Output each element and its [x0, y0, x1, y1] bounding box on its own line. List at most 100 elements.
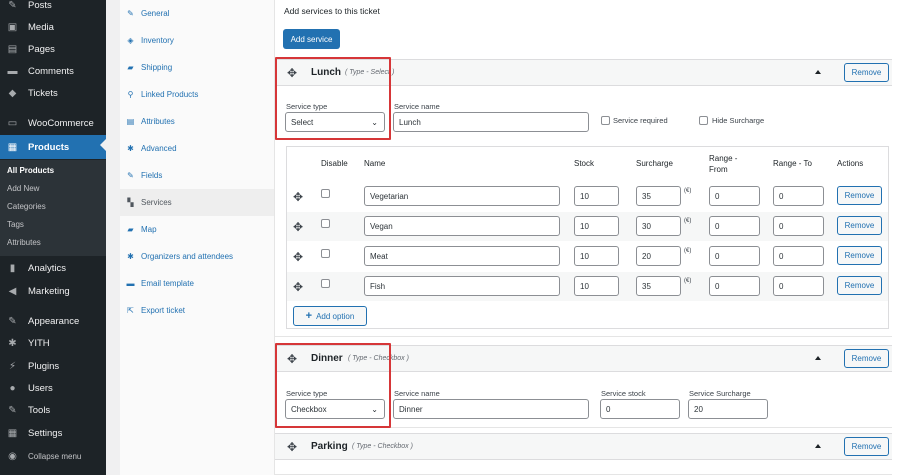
sidebar-item-label: Appearance [28, 315, 80, 327]
option-name-input[interactable] [364, 186, 560, 206]
option-range-to-input[interactable] [773, 216, 824, 236]
move-icon[interactable]: ✥ [293, 281, 303, 293]
sidebar-item-media[interactable]: ▣ Media [0, 17, 106, 37]
submenu-attributes[interactable]: Attributes [7, 238, 41, 247]
sidebar-item-users[interactable]: ● Users [0, 378, 106, 398]
sidebar-item-pages[interactable]: ▤ Pages [0, 39, 106, 59]
option-name-input[interactable] [364, 276, 560, 296]
add-option-button[interactable]: + Add option [293, 306, 367, 326]
option-range-from-input[interactable] [709, 216, 760, 236]
tab-organizers[interactable]: ✱ Organizers and attendees [120, 243, 274, 270]
move-icon[interactable]: ✥ [293, 191, 303, 203]
remove-service-button[interactable]: Remove [844, 437, 889, 456]
tab-services[interactable]: ▚ Services [120, 189, 274, 216]
tab-email-template[interactable]: ▬ Email template [120, 270, 274, 297]
submenu-all-products[interactable]: All Products [7, 166, 54, 175]
service-stock-input[interactable] [600, 399, 680, 419]
tab-export-ticket[interactable]: ⇱ Export ticket [120, 297, 274, 324]
remove-service-button[interactable]: Remove [844, 349, 889, 368]
disable-checkbox[interactable] [321, 279, 330, 288]
service-header-dinner[interactable]: ✥ Dinner ( Type - Checkbox ) Remove [275, 345, 892, 372]
service-header-parking[interactable]: ✥ Parking ( Type - Checkbox ) Remove [275, 433, 892, 460]
sidebar-item-posts[interactable]: ✎ Posts [0, 0, 106, 15]
service-surcharge-input[interactable] [688, 399, 768, 419]
collapse-icon: ◉ [8, 450, 17, 462]
option-surcharge-input[interactable] [636, 246, 681, 266]
service-header-lunch[interactable]: ✥ Lunch ( Type - Select ) Remove [275, 59, 892, 86]
panel-gutter [106, 0, 120, 475]
tab-linked-products[interactable]: ⚲ Linked Products [120, 81, 274, 108]
disable-checkbox[interactable] [321, 219, 330, 228]
option-stock-input[interactable] [574, 276, 619, 296]
tab-general[interactable]: ✎ General [120, 0, 274, 27]
sidebar-item-settings[interactable]: ▦ Settings [0, 423, 106, 443]
users-icon: ● [9, 382, 16, 394]
sidebar-item-plugins[interactable]: ⚡ Plugins [0, 356, 106, 376]
service-type-select[interactable]: Checkbox ⌄ [285, 399, 385, 419]
sidebar-item-comments[interactable]: ▬ Comments [0, 61, 106, 81]
move-icon[interactable]: ✥ [287, 441, 297, 453]
service-required-checkbox[interactable] [601, 116, 610, 125]
disable-checkbox[interactable] [321, 189, 330, 198]
hide-surcharge-checkbox[interactable] [699, 116, 708, 125]
collapse-menu-button[interactable]: ◉ Collapse menu [0, 446, 106, 466]
sidebar-item-label: WooCommerce [28, 117, 94, 129]
tab-map[interactable]: ▰ Map [120, 216, 274, 243]
move-icon[interactable]: ✥ [287, 353, 297, 365]
sidebar-item-woocommerce[interactable]: ▭ WooCommerce [0, 113, 106, 133]
collapse-caret-icon[interactable] [815, 70, 821, 74]
option-surcharge-input[interactable] [636, 276, 681, 296]
move-icon[interactable]: ✥ [287, 67, 297, 79]
service-type-select[interactable]: Select ⌄ [285, 112, 385, 132]
option-range-from-input[interactable] [709, 246, 760, 266]
option-surcharge-input[interactable] [636, 186, 681, 206]
remove-option-button[interactable]: Remove [837, 246, 882, 265]
sidebar-item-appearance[interactable]: ✎ Appearance [0, 311, 106, 331]
option-surcharge-input[interactable] [636, 216, 681, 236]
selected-value: Select [291, 117, 314, 127]
admin-sidebar: ✎ Posts ▣ Media ▤ Pages ▬ Comments ◆ Tickets … [0, 0, 106, 475]
option-name-input[interactable] [364, 246, 560, 266]
currency-label: (€) [684, 218, 692, 224]
sidebar-item-tools[interactable]: ✎ Tools [0, 400, 106, 420]
sidebar-item-yith[interactable]: ✱ YITH [0, 333, 106, 353]
service-name-input[interactable] [393, 399, 589, 419]
option-stock-input[interactable] [574, 216, 619, 236]
currency-label: (€) [684, 188, 692, 194]
sidebar-item-marketing[interactable]: ◀ Marketing [0, 281, 106, 301]
option-range-to-input[interactable] [773, 276, 824, 296]
option-range-from-input[interactable] [709, 186, 760, 206]
tab-shipping[interactable]: ▰ Shipping [120, 54, 274, 81]
submenu-tags[interactable]: Tags [7, 220, 24, 229]
tickets-icon: ◆ [8, 87, 17, 99]
service-name-input[interactable] [393, 112, 589, 132]
service-title: Dinner [311, 353, 343, 364]
remove-option-button[interactable]: Remove [837, 186, 882, 205]
move-icon[interactable]: ✥ [293, 221, 303, 233]
add-service-button[interactable]: Add service [283, 29, 340, 49]
tab-advanced[interactable]: ✱ Advanced [120, 135, 274, 162]
option-range-from-input[interactable] [709, 276, 760, 296]
option-stock-input[interactable] [574, 186, 619, 206]
remove-option-button[interactable]: Remove [837, 216, 882, 235]
collapse-caret-icon[interactable] [815, 444, 821, 448]
submenu-categories[interactable]: Categories [7, 202, 46, 211]
move-icon[interactable]: ✥ [293, 251, 303, 263]
sidebar-item-products[interactable]: ▦ Products [0, 135, 106, 159]
service-type-field-label: Service type [286, 389, 328, 398]
option-stock-input[interactable] [574, 246, 619, 266]
option-range-to-input[interactable] [773, 186, 824, 206]
option-name-input[interactable] [364, 216, 560, 236]
remove-option-button[interactable]: Remove [837, 276, 882, 295]
disable-checkbox[interactable] [321, 249, 330, 258]
sidebar-item-tickets[interactable]: ◆ Tickets [0, 83, 106, 103]
submenu-add-new[interactable]: Add New [7, 184, 39, 193]
tab-fields[interactable]: ✎ Fields [120, 162, 274, 189]
collapse-caret-icon[interactable] [815, 356, 821, 360]
sidebar-item-analytics[interactable]: ▮ Analytics [0, 258, 106, 278]
service-type-label: ( Type - Checkbox ) [348, 355, 409, 362]
tab-attributes[interactable]: ▤ Attributes [120, 108, 274, 135]
tab-inventory[interactable]: ◈ Inventory [120, 27, 274, 54]
remove-service-button[interactable]: Remove [844, 63, 889, 82]
option-range-to-input[interactable] [773, 246, 824, 266]
